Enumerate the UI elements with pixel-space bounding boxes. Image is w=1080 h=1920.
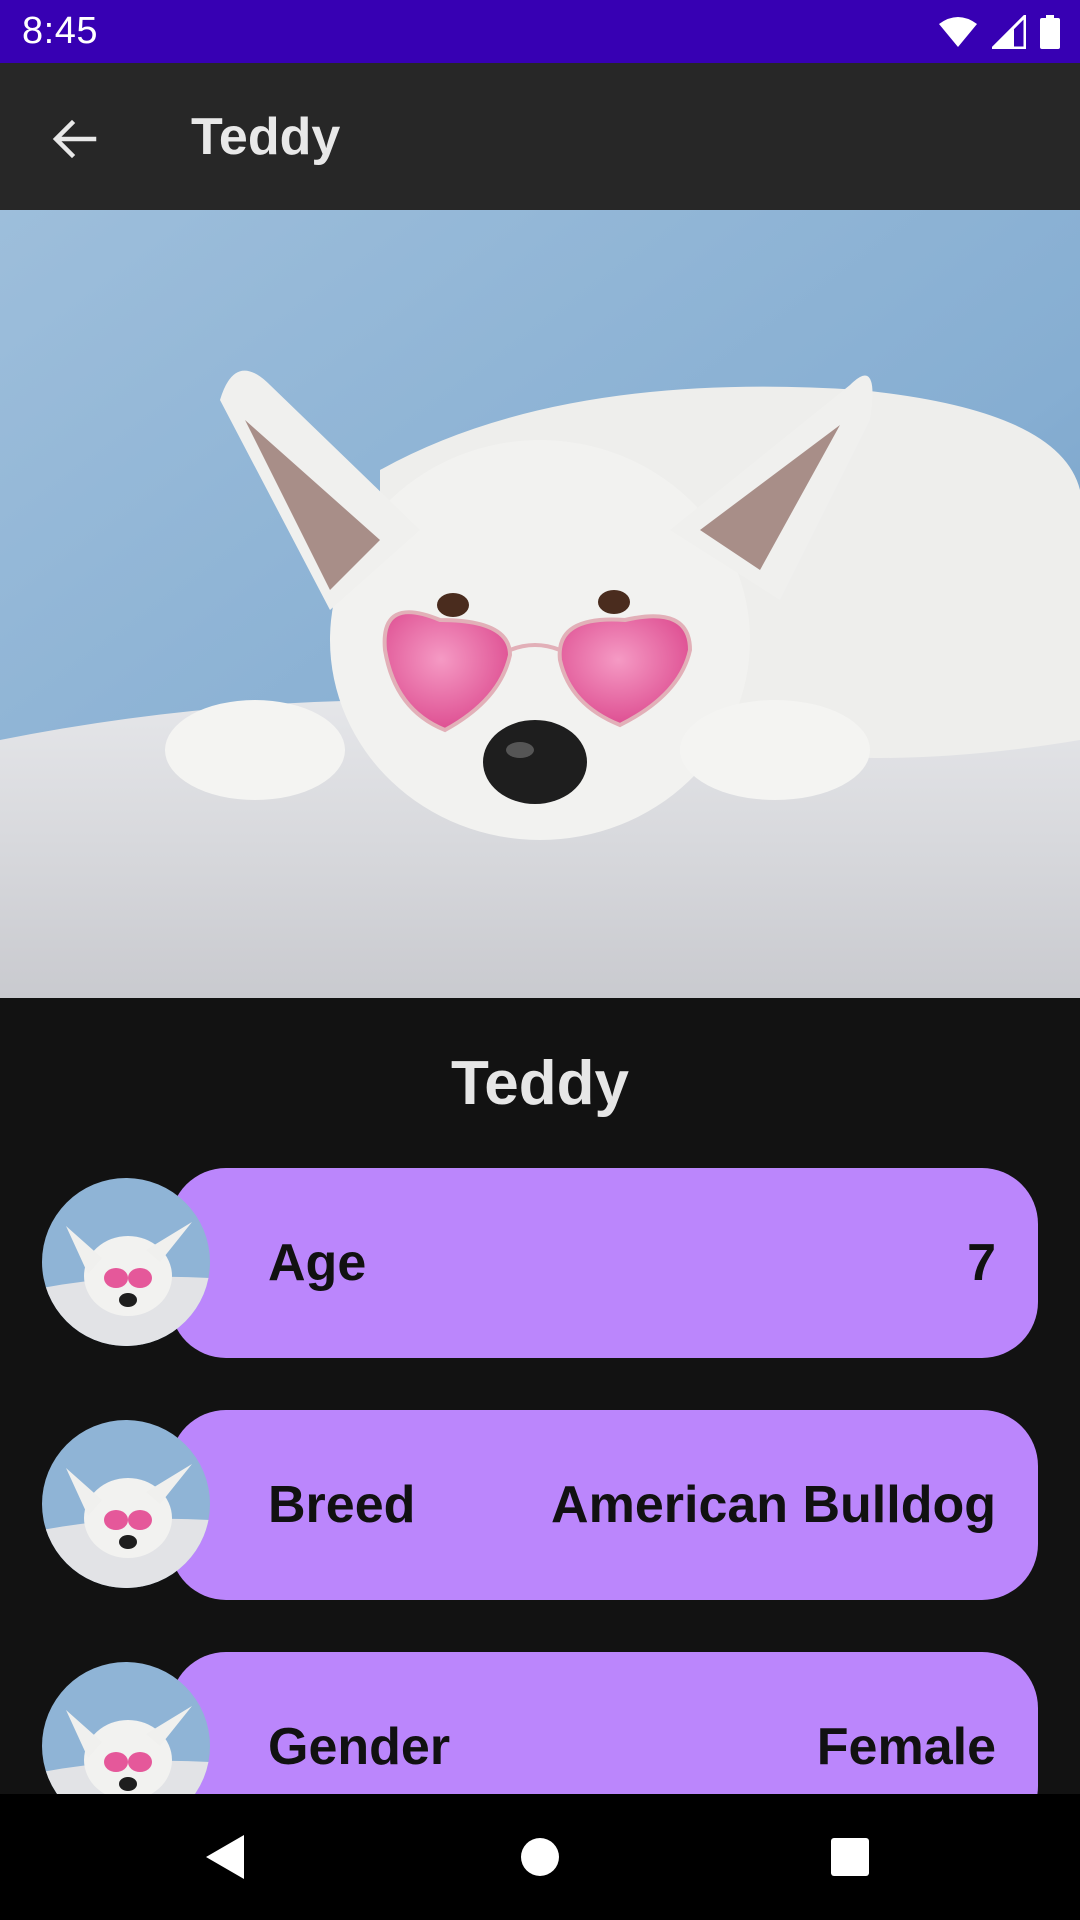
detail-row-age[interactable]: Age 7 (42, 1160, 1038, 1358)
detail-label: Breed (268, 1476, 416, 1534)
status-bar: 8:45 (0, 0, 1080, 63)
battery-icon (1040, 15, 1060, 49)
detail-pill: Age 7 (170, 1168, 1038, 1358)
back-button[interactable] (34, 99, 114, 179)
detail-value: 7 (967, 1234, 996, 1292)
nav-recents-button[interactable] (810, 1822, 890, 1892)
hero-image (0, 210, 1080, 998)
detail-row-breed[interactable]: Breed American Bulldog (42, 1402, 1038, 1600)
system-nav-bar (0, 1794, 1080, 1920)
detail-label: Gender (268, 1718, 451, 1776)
arrow-back-icon (52, 119, 97, 159)
pet-name-heading: Teddy (451, 1049, 629, 1118)
cell-signal-icon (992, 15, 1026, 49)
app-bar: Teddy (0, 63, 1080, 210)
wifi-icon (939, 17, 977, 47)
detail-value: American Bulldog (551, 1476, 996, 1534)
nav-home-button[interactable] (500, 1822, 580, 1892)
detail-value: Female (816, 1718, 996, 1776)
pet-avatar (42, 1420, 210, 1588)
back-triangle-icon (206, 1835, 244, 1879)
detail-pill: Gender Female (170, 1652, 1038, 1794)
home-circle-icon (521, 1838, 559, 1876)
detail-label: Age (268, 1234, 367, 1292)
pet-avatar (42, 1178, 210, 1346)
detail-pill: Breed American Bulldog (170, 1410, 1038, 1600)
nav-back-button[interactable] (186, 1822, 266, 1892)
status-icons (938, 14, 1060, 50)
recents-square-icon (831, 1838, 869, 1876)
detail-row-gender[interactable]: Gender Female (42, 1644, 1038, 1794)
status-time: 8:45 (22, 10, 98, 52)
pet-details-list: Age 7 Breed American Bulldog Gender Fema… (0, 1160, 1080, 1794)
app-bar-title: Teddy (191, 108, 341, 166)
